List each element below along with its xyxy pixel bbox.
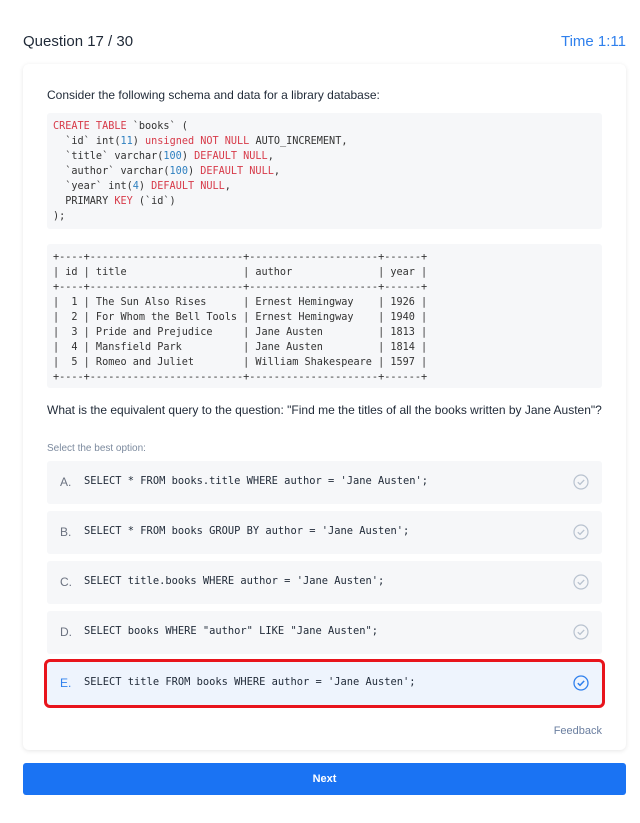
top-bar: Question 17 / 30 Time 1:11 [23,33,626,53]
question-intro: Consider the following schema and data f… [47,88,380,102]
code-token: CREATE TABLE [53,121,127,132]
question-card: Consider the following schema and data f… [23,64,626,750]
check-circle-icon [573,624,589,640]
code-token: , [273,166,280,177]
option-letter: D. [60,625,72,639]
code-token: 100 [163,151,182,162]
option-letter: B. [60,525,72,539]
code-token: ) [138,181,152,192]
code-token: DEFAULT NULL [200,166,274,177]
option-code: SELECT title.books WHERE author = 'Jane … [84,575,385,587]
question-prompt: What is the equivalent query to the ques… [47,403,602,417]
option-code: SELECT * FROM books.title WHERE author =… [84,475,429,487]
code-token: PRIMARY [53,196,115,207]
code-token: ) [187,166,201,177]
code-token: ) [181,151,195,162]
check-circle-icon [573,474,589,490]
option-code: SELECT * FROM books GROUP BY author = 'J… [84,525,410,537]
code-token: ) [132,136,146,147]
next-button[interactable]: Next [23,763,626,795]
code-token: , [224,181,231,192]
select-best-option-label: Select the best option: [47,443,146,454]
code-token: unsigned [145,136,195,147]
code-token: 11 [120,136,133,147]
option-c[interactable]: C. SELECT title.books WHERE author = 'Ja… [47,561,602,604]
check-circle-icon [573,574,589,590]
check-circle-icon [573,675,589,691]
option-letter: C. [60,575,72,589]
code-token: NOT NULL [200,136,250,147]
option-e[interactable]: E. SELECT title FROM books WHERE author … [44,659,605,708]
check-circle-icon [573,524,589,540]
code-token: `id` int( [53,136,121,147]
code-token: DEFAULT NULL [151,181,225,192]
option-a[interactable]: A. SELECT * FROM books.title WHERE autho… [47,461,602,504]
code-token: `author` varchar( [53,166,170,177]
timer: Time 1:11 [560,33,626,50]
option-letter: A. [60,475,72,489]
code-token: , [267,151,274,162]
option-code: SELECT title FROM books WHERE author = '… [84,676,416,688]
code-token: `title` varchar( [53,151,164,162]
option-letter: E. [60,676,72,690]
question-counter: Question 17 / 30 [23,33,134,50]
schema-code-block: CREATE TABLE `books` ( `id` int(11) unsi… [47,113,602,229]
code-token: `books` ( [126,121,188,132]
code-token: ); [53,211,66,222]
code-token: AUTO_INCREMENT, [249,136,348,147]
code-token: `year` int( [53,181,133,192]
code-token: 100 [169,166,188,177]
feedback-link[interactable]: Feedback [554,725,602,737]
option-d[interactable]: D. SELECT books WHERE "author" LIKE "Jan… [47,611,602,654]
code-token: KEY [114,196,133,207]
option-b[interactable]: B. SELECT * FROM books GROUP BY author =… [47,511,602,554]
data-table-block: +----+-------------------------+--------… [47,244,602,388]
code-token: (`id`) [132,196,176,207]
code-token: DEFAULT NULL [194,151,268,162]
option-code: SELECT books WHERE "author" LIKE "Jane A… [84,625,379,637]
